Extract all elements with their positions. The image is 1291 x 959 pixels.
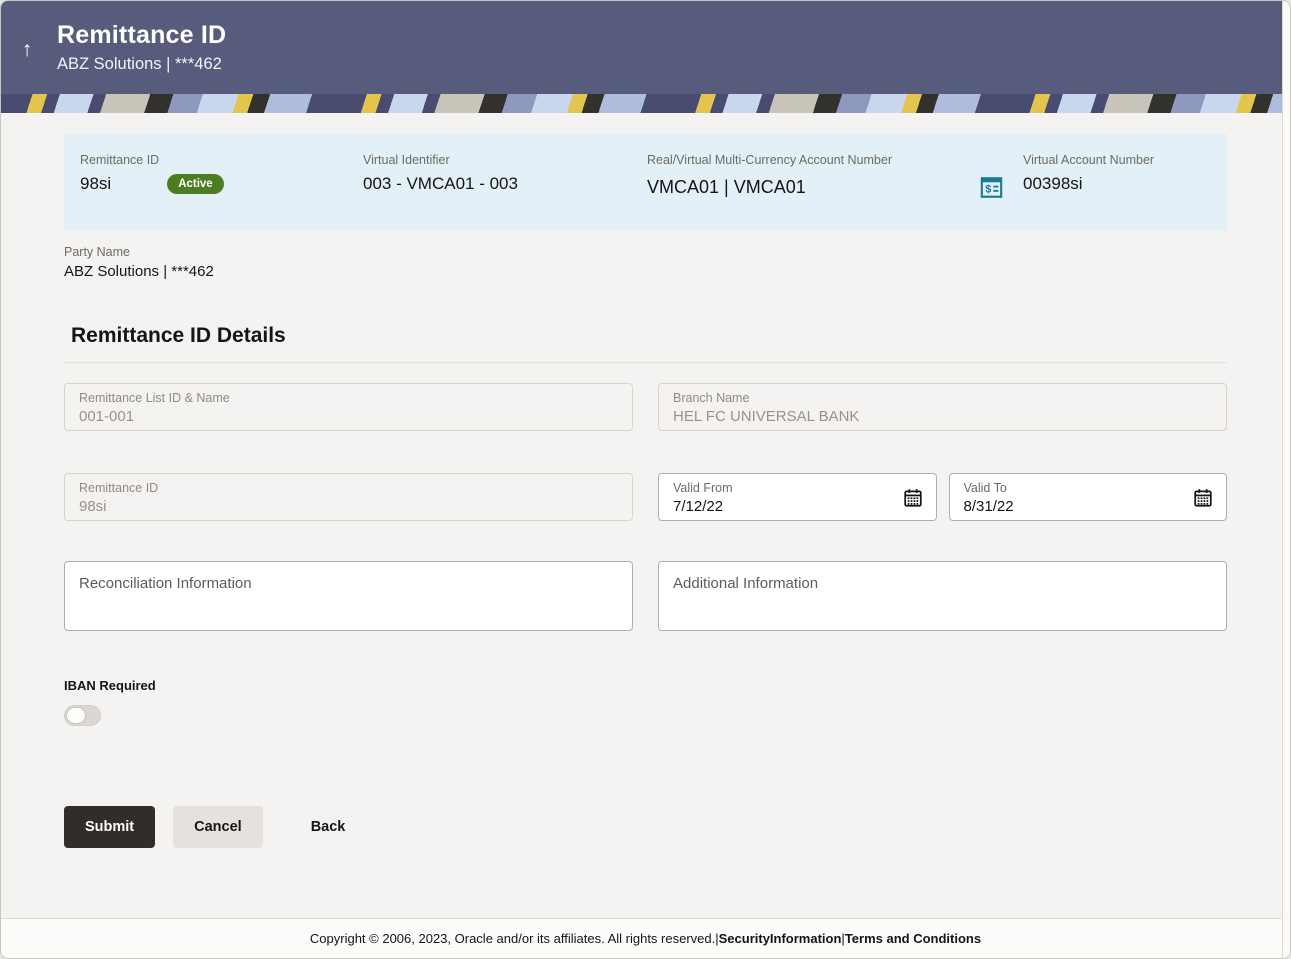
party-name-block: Party Name ABZ Solutions | ***462: [64, 245, 1227, 280]
remittance-list-field: Remittance List ID & Name 001-001: [64, 383, 633, 431]
summary-remittance-id-value: 98si: [80, 174, 112, 193]
summary-virtual-identifier-value: 003 - VMCA01 - 003: [363, 174, 518, 193]
branch-name-field: Branch Name HEL FC UNIVERSAL BANK: [658, 383, 1227, 431]
copyright-text: Copyright © 2006, 2023, Oracle and/or it…: [309, 931, 716, 946]
page-footer: Copyright © 2006, 2023, Oracle and/or it…: [1, 918, 1290, 958]
remittance-summary-bar: Remittance ID 98si Active Virtual Identi…: [64, 134, 1227, 231]
summary-virtual-account-number: Virtual Account Number 00398si: [1023, 153, 1211, 194]
party-name-value: ABZ Solutions | ***462: [64, 263, 214, 280]
valid-from-value: 7/12/22: [673, 498, 724, 515]
summary-multicurrency-account-label: Real/Virtual Multi-Currency Account Numb…: [647, 153, 893, 167]
scrollbar-track[interactable]: [1282, 1, 1290, 958]
reconciliation-information-input[interactable]: [64, 561, 633, 631]
action-bar: Submit Cancel Back: [64, 806, 1227, 848]
remittance-list-field-label: Remittance List ID & Name: [79, 391, 230, 405]
iban-required-toggle[interactable]: [64, 705, 101, 726]
iban-required-block: IBAN Required: [64, 678, 1227, 726]
summary-multicurrency-account-value: VMCA01 | VMCA01: [647, 177, 806, 197]
summary-remittance-id: Remittance ID 98si Active: [80, 153, 363, 194]
back-arrow-icon[interactable]: ↑: [14, 37, 40, 63]
cancel-button[interactable]: Cancel: [173, 806, 263, 848]
summary-remittance-id-label: Remittance ID: [80, 153, 160, 167]
currency-statement-icon[interactable]: $: [978, 174, 1005, 201]
branch-name-field-value: HEL FC UNIVERSAL BANK: [673, 408, 860, 425]
main-content: Remittance ID 98si Active Virtual Identi…: [1, 113, 1290, 918]
summary-virtual-account-number-label: Virtual Account Number: [1023, 153, 1155, 167]
back-button[interactable]: Back: [295, 806, 362, 848]
party-name-label: Party Name: [64, 245, 130, 259]
page-header: ↑ Remittance ID ABZ Solutions | ***462: [1, 1, 1290, 94]
summary-virtual-account-number-value: 00398si: [1023, 174, 1083, 193]
terms-and-conditions-link[interactable]: Terms and Conditions: [845, 931, 981, 946]
status-badge: Active: [167, 174, 224, 194]
remittance-list-field-value: 001-001: [79, 408, 135, 425]
page-subtitle: ABZ Solutions | ***462: [57, 55, 222, 73]
iban-required-label: IBAN Required: [64, 678, 156, 693]
remittance-id-field: Remittance ID 98si: [64, 473, 633, 521]
branch-name-field-label: Branch Name: [673, 391, 750, 405]
summary-multicurrency-account: Real/Virtual Multi-Currency Account Numb…: [647, 153, 1023, 201]
valid-from-label: Valid From: [673, 481, 733, 495]
additional-information-input[interactable]: [658, 561, 1227, 631]
submit-button[interactable]: Submit: [64, 806, 156, 848]
calendar-icon[interactable]: [902, 487, 924, 509]
summary-virtual-identifier: Virtual Identifier 003 - VMCA01 - 003: [363, 153, 647, 194]
remittance-id-field-value: 98si: [79, 498, 107, 515]
section-divider: [64, 362, 1227, 363]
svg-text:$: $: [985, 184, 991, 196]
security-information-link[interactable]: SecurityInformation: [719, 931, 842, 946]
valid-to-field[interactable]: Valid To 8/31/22: [948, 473, 1227, 521]
valid-to-label: Valid To: [963, 481, 1007, 495]
toggle-knob: [66, 707, 86, 724]
section-title: Remittance ID Details: [71, 324, 286, 347]
valid-to-value: 8/31/22: [963, 498, 1014, 515]
calendar-icon[interactable]: [1192, 487, 1214, 509]
remittance-id-field-label: Remittance ID: [79, 481, 159, 495]
page-title: Remittance ID: [57, 21, 227, 49]
summary-virtual-identifier-label: Virtual Identifier: [363, 153, 450, 167]
decorative-banner-strip: [1, 94, 1290, 113]
valid-from-field[interactable]: Valid From 7/12/22: [658, 473, 937, 521]
app-window: ↑ Remittance ID ABZ Solutions | ***462 R…: [0, 0, 1291, 959]
